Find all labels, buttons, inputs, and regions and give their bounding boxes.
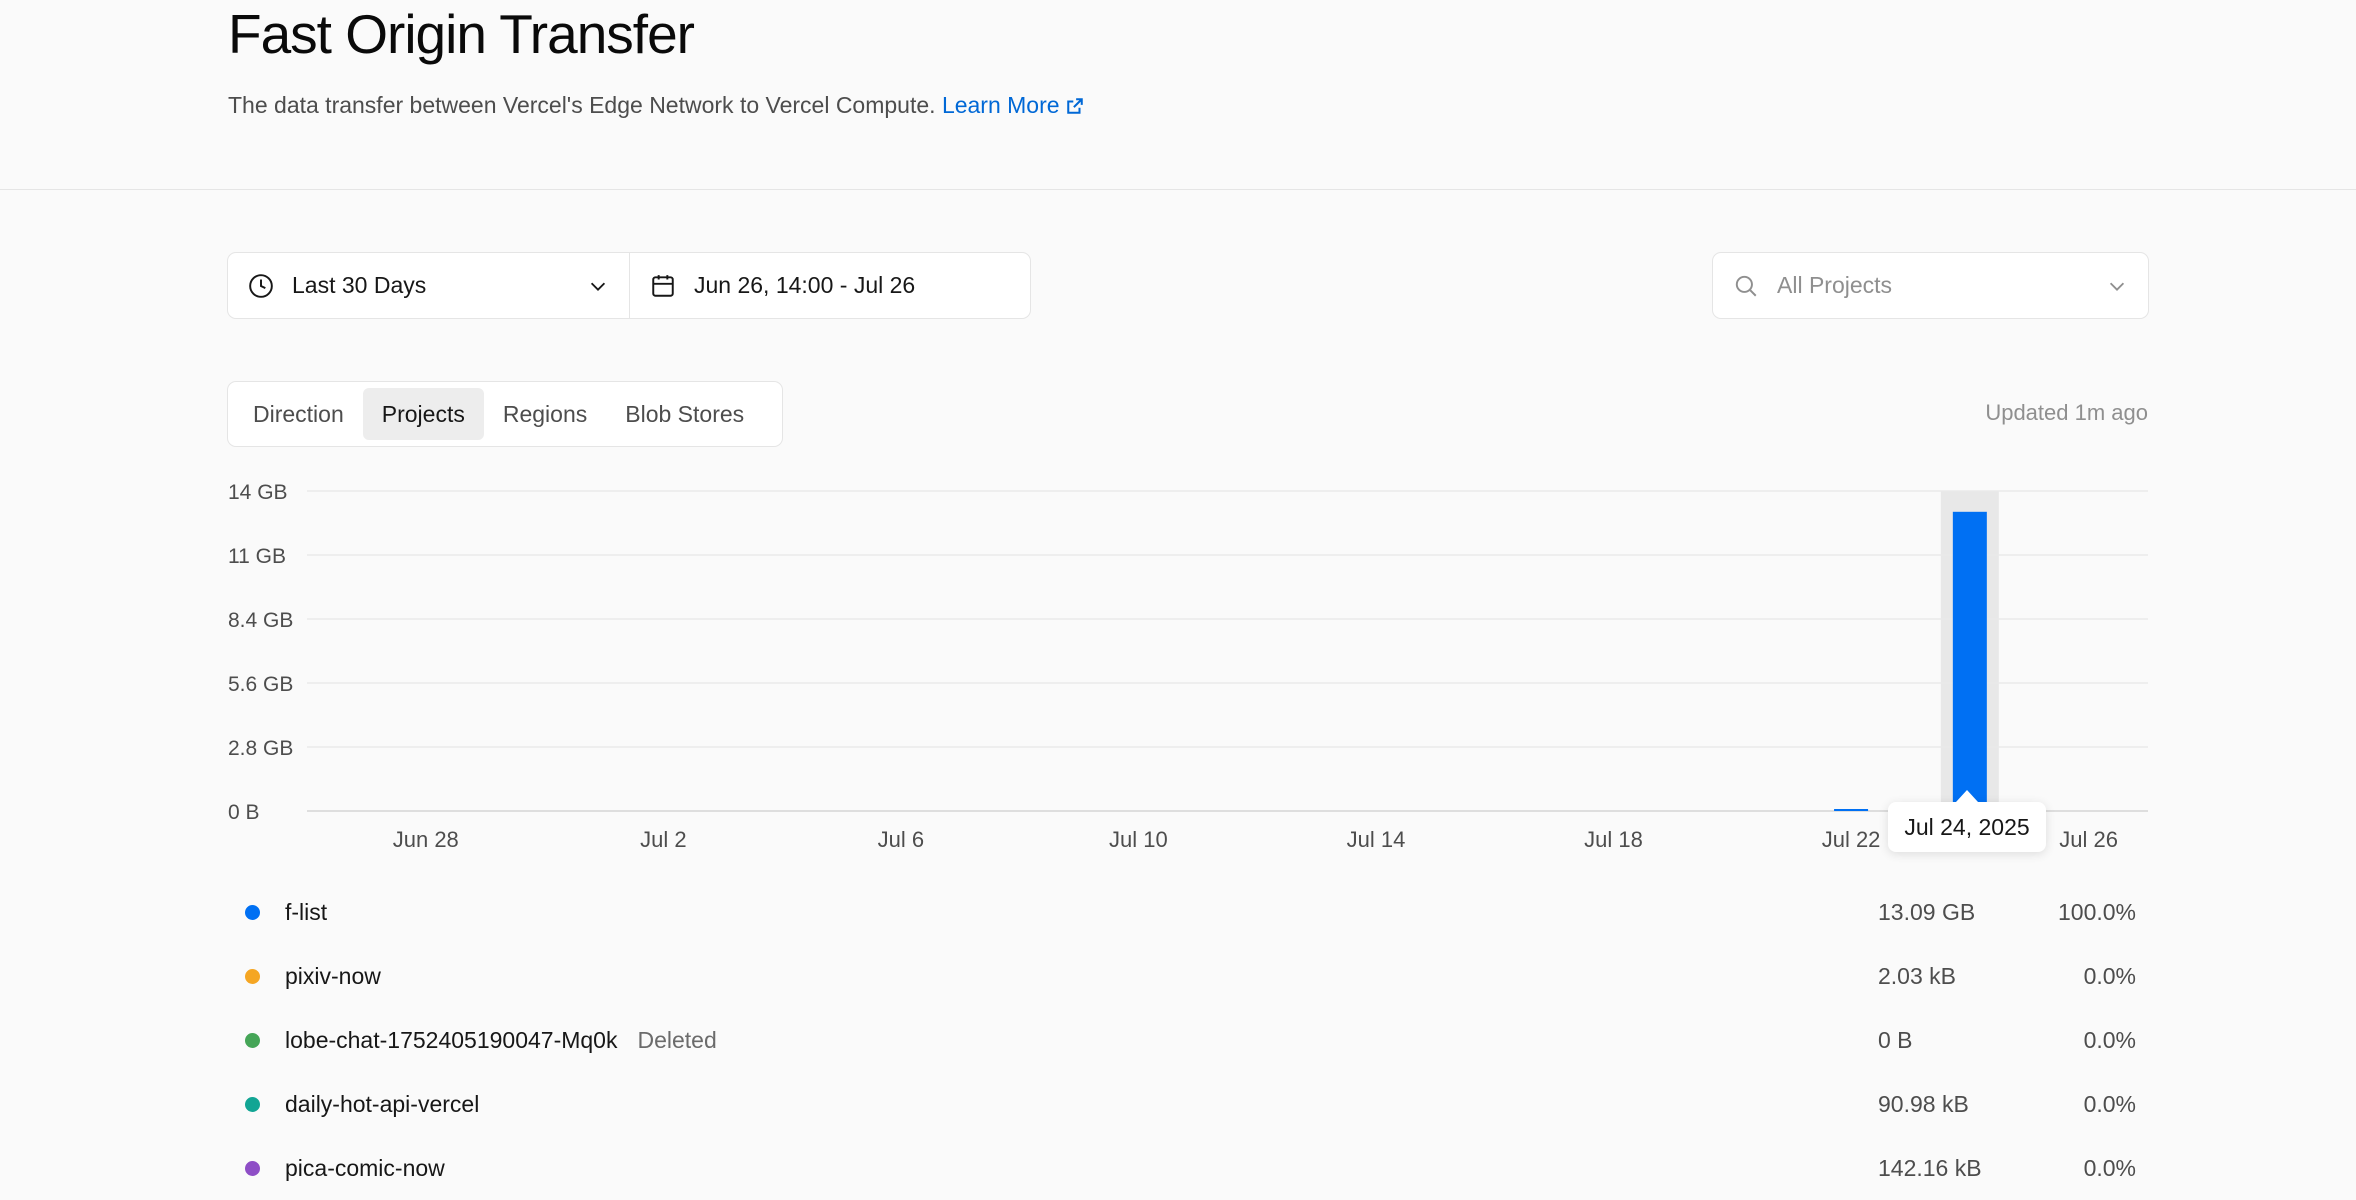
- group-by-tabs: Direction Projects Regions Blob Stores: [227, 381, 783, 447]
- legend-row[interactable]: daily-hot-api-vercel 90.98 kB 0.0%: [228, 1072, 2148, 1136]
- date-range-label: Jun 26, 14:00 - Jul 26: [694, 272, 916, 298]
- legend-color-dot: [245, 904, 260, 920]
- legend-project-name: pixiv-now: [285, 962, 381, 989]
- external-link-icon: [1066, 98, 1083, 114]
- x-tick-label: Jul 22: [1822, 827, 1881, 852]
- legend-percent: 0.0%: [2083, 1026, 2136, 1053]
- chart-bar: [1952, 511, 1987, 811]
- legend-color-dot: [245, 968, 260, 984]
- x-tick-label: Jul 18: [1584, 827, 1643, 852]
- legend-color-dot: [245, 1096, 260, 1112]
- legend-value: 142.16 kB: [1878, 1154, 1982, 1181]
- legend-project-name: pica-comic-now: [285, 1154, 445, 1181]
- updated-timestamp: Updated 1m ago: [1985, 400, 2148, 425]
- learn-more-link[interactable]: Learn More: [942, 92, 1084, 118]
- legend-percent: 0.0%: [2083, 1154, 2136, 1181]
- description-text: The data transfer between Vercel's Edge …: [228, 92, 936, 118]
- legend-color-dot: [245, 1160, 260, 1176]
- y-tick-label: 8.4 GB: [228, 609, 293, 632]
- date-range-input[interactable]: Jun 26, 14:00 - Jul 26: [630, 253, 1030, 318]
- chart-tooltip: Jul 24, 2025: [1888, 790, 2046, 852]
- legend-value: 13.09 GB: [1878, 898, 1976, 925]
- tab-direction[interactable]: Direction: [234, 388, 363, 440]
- time-range-control: Last 30 Days Jun 26, 14:00 - Jul 26: [227, 252, 1031, 319]
- chevron-down-icon: [2109, 282, 2125, 291]
- search-icon: [1735, 275, 1757, 296]
- y-tick-label: 2.8 GB: [228, 737, 293, 760]
- calendar-icon: [652, 274, 674, 297]
- legend-value: 2.03 kB: [1878, 962, 1956, 989]
- legend-status-badge: Deleted: [637, 1026, 717, 1053]
- clock-icon: [249, 273, 273, 298]
- x-tick-label: Jun 28: [393, 827, 459, 852]
- legend-percent: 100.0%: [2057, 898, 2136, 925]
- legend-row[interactable]: pixiv-now 2.03 kB 0.0%: [228, 944, 2148, 1008]
- x-tick-label: Jul 6: [878, 827, 924, 852]
- legend-percent: 0.0%: [2083, 1090, 2136, 1117]
- legend-color-dot: [245, 1032, 260, 1048]
- legend-value: 90.98 kB: [1878, 1090, 1969, 1117]
- tab-regions[interactable]: Regions: [484, 388, 606, 440]
- x-tick-label: Jul 26: [2059, 827, 2118, 852]
- tab-blob-stores[interactable]: Blob Stores: [606, 388, 763, 440]
- chevron-down-icon: [590, 282, 606, 291]
- legend-row[interactable]: f-list 13.09 GB 100.0%: [228, 880, 2148, 944]
- y-tick-label: 5.6 GB: [228, 673, 293, 696]
- legend-value: 0 B: [1878, 1026, 1913, 1053]
- y-tick-label: 14 GB: [228, 481, 288, 504]
- x-tick-label: Jul 10: [1109, 827, 1168, 852]
- legend-row[interactable]: lobe-chat-1752405190047-Mq0k Deleted 0 B…: [228, 1008, 2148, 1072]
- project-legend: f-list 13.09 GB 100.0% pixiv-now 2.03 kB…: [228, 880, 2148, 1200]
- page-header: Fast Origin Transfer The data transfer b…: [0, 0, 2356, 190]
- x-tick-label: Jul 2: [640, 827, 686, 852]
- project-filter-select[interactable]: All Projects: [1712, 252, 2149, 319]
- time-range-label: Last 30 Days: [292, 272, 427, 298]
- learn-more-label: Learn More: [941, 92, 1060, 118]
- page-description: The data transfer between Vercel's Edge …: [228, 92, 1084, 119]
- y-tick-label: 11 GB: [228, 545, 286, 568]
- y-tick-label: 0 B: [228, 801, 260, 824]
- tab-projects[interactable]: Projects: [362, 388, 484, 440]
- legend-project-name: f-list: [285, 898, 328, 925]
- chart-bar: [1834, 809, 1869, 811]
- legend-project-name: daily-hot-api-vercel: [285, 1090, 480, 1117]
- legend-project-name: lobe-chat-1752405190047-Mq0k: [285, 1026, 618, 1053]
- legend-percent: 0.0%: [2083, 962, 2136, 989]
- x-tick-label: Jul 14: [1347, 827, 1406, 852]
- project-filter-placeholder: All Projects: [1777, 272, 1893, 298]
- page-title: Fast Origin Transfer: [228, 3, 695, 65]
- legend-row[interactable]: pica-comic-now 142.16 kB 0.0%: [228, 1136, 2148, 1200]
- time-range-select[interactable]: Last 30 Days: [228, 253, 630, 318]
